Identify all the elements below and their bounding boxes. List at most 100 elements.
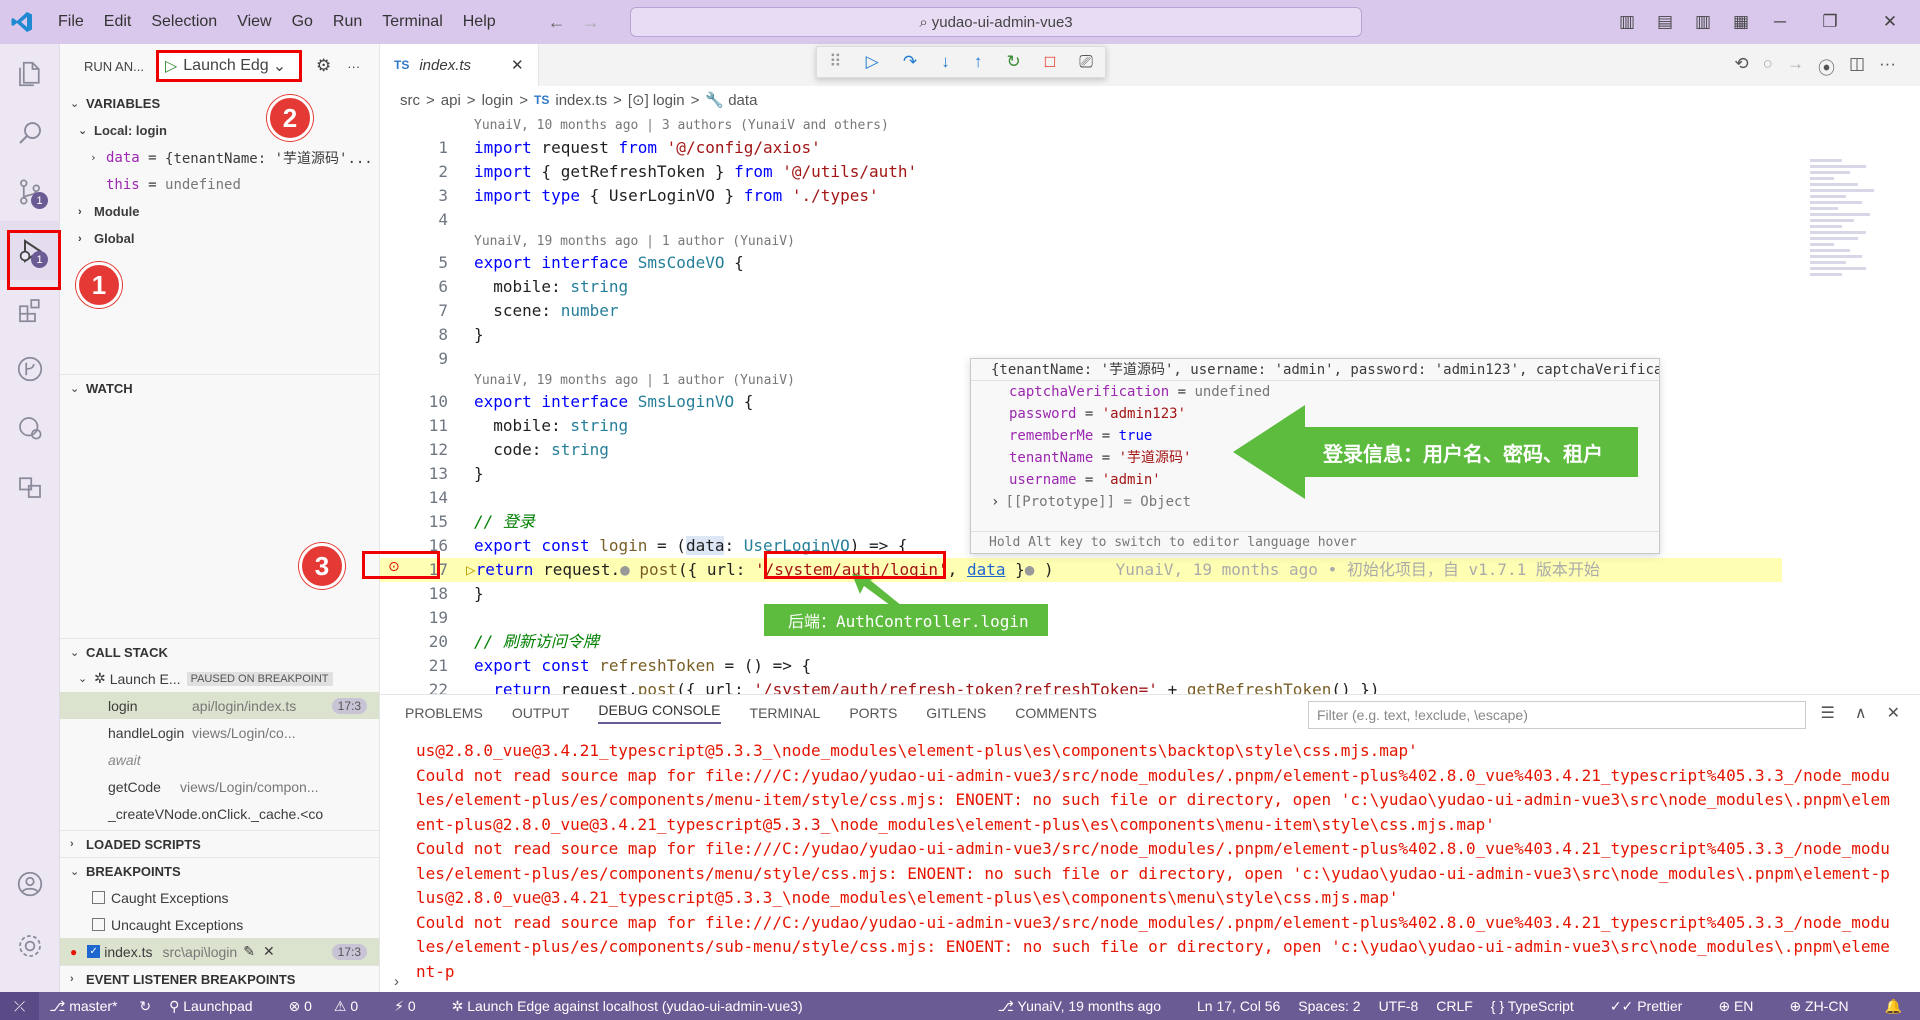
- branch-indicator[interactable]: ⎇ master* ↻: [49, 998, 151, 1015]
- tab-comments[interactable]: COMMENTS: [1015, 705, 1097, 721]
- maximize-panel-icon[interactable]: ∧: [1855, 703, 1867, 723]
- checkbox-checked[interactable]: ✓: [87, 945, 101, 958]
- global-scope[interactable]: › Global: [60, 225, 379, 252]
- breadcrumb-item[interactable]: [⊙] login: [628, 91, 685, 109]
- line-ending[interactable]: CRLF: [1436, 998, 1473, 1014]
- split-editor-icon[interactable]: ◫: [1849, 54, 1865, 79]
- menu-edit[interactable]: Edit: [94, 0, 142, 44]
- notifications-icon[interactable]: 🔔: [1885, 998, 1902, 1015]
- uncaught-exceptions[interactable]: Uncaught Exceptions: [60, 911, 379, 938]
- previous-change-icon[interactable]: ○: [1763, 54, 1773, 79]
- inspect-icon[interactable]: ⎚: [1079, 52, 1093, 72]
- tab-index-ts[interactable]: TS index.ts ✕: [380, 44, 539, 86]
- more-actions-icon[interactable]: ···: [1879, 54, 1896, 79]
- next-change-icon[interactable]: →: [1787, 54, 1804, 79]
- tab-debug-console[interactable]: DEBUG CONSOLE: [598, 702, 721, 724]
- breakpoint-item[interactable]: ● ✓ index.ts src\api\login ✎ ✕ 17:3: [60, 938, 379, 965]
- explorer-activity[interactable]: [0, 44, 60, 103]
- breadcrumb-item[interactable]: 🔧 data: [705, 91, 757, 109]
- remove-icon[interactable]: ✕: [263, 943, 275, 960]
- start-debug-icon[interactable]: ▷: [165, 56, 177, 76]
- remote-explorer-activity[interactable]: [0, 398, 60, 457]
- back-arrow-icon[interactable]: ←: [548, 12, 566, 33]
- breadcrumb-item[interactable]: login: [482, 92, 514, 109]
- command-center[interactable]: ⌕ yudao-ui-admin-vue3: [630, 7, 1362, 37]
- git-graph-activity[interactable]: [0, 339, 60, 398]
- variable-this[interactable]: this = undefined: [60, 171, 379, 198]
- breakpoints-section-header[interactable]: ⌄ BREAKPOINTS: [60, 857, 379, 884]
- minimap[interactable]: [1810, 156, 1890, 316]
- step-into-icon[interactable]: ↓: [941, 52, 950, 72]
- stack-frame[interactable]: handleLogin views/Login/co...: [60, 719, 379, 746]
- stop-icon[interactable]: □: [1045, 52, 1055, 72]
- debug-launch-indicator[interactable]: ✲ Launch Edge against localhost (yudao-u…: [452, 998, 821, 1015]
- step-out-icon[interactable]: ↑: [974, 52, 983, 72]
- blame-indicator[interactable]: ⎇ YunaiV, 19 months ago: [998, 998, 1179, 1015]
- event-listener-section-header[interactable]: › EVENT LISTENER BREAKPOINTS: [60, 965, 379, 992]
- source-control-activity[interactable]: 1: [0, 162, 60, 221]
- console-filter-input[interactable]: Filter (e.g. text, !exclude, \escape): [1308, 701, 1806, 729]
- menu-run[interactable]: Run: [323, 0, 372, 44]
- caught-exceptions[interactable]: Caught Exceptions: [60, 884, 379, 911]
- cursor-position[interactable]: Ln 17, Col 56: [1197, 998, 1280, 1014]
- checkbox[interactable]: [92, 918, 105, 931]
- menu-file[interactable]: File: [48, 0, 94, 44]
- tab-output[interactable]: OUTPUT: [512, 705, 570, 721]
- local-scope[interactable]: ⌄ Local: login: [60, 117, 379, 144]
- codelens-blame[interactable]: YunaiV, 19 months ago | 1 author (YunaiV…: [380, 232, 1820, 251]
- stack-frame[interactable]: getCode views/Login/compon...: [60, 773, 379, 800]
- menu-help[interactable]: Help: [453, 0, 506, 44]
- variables-section-header[interactable]: ⌄ VARIABLES: [60, 90, 379, 117]
- continue-icon[interactable]: ▷: [866, 52, 879, 72]
- prettier-indicator[interactable]: ✓✓ Prettier: [1610, 998, 1700, 1015]
- breadcrumb-item[interactable]: api: [441, 92, 461, 109]
- console-prompt-icon[interactable]: ›: [394, 973, 399, 990]
- remote-icon[interactable]: ⤫: [0, 992, 40, 1020]
- menu-terminal[interactable]: Terminal: [372, 0, 452, 44]
- more-actions-icon[interactable]: ···: [347, 59, 360, 74]
- stack-frame[interactable]: login api/login/index.ts 17:3: [60, 692, 379, 719]
- stack-frame[interactable]: _createVNode.onClick._cache.<co: [60, 800, 379, 827]
- accounts-activity[interactable]: [0, 854, 60, 913]
- manage-activity[interactable]: [0, 916, 60, 975]
- language-mode[interactable]: { } TypeScript: [1491, 998, 1592, 1014]
- breakpoint-marker-icon[interactable]: ⊙: [388, 558, 400, 575]
- minimize-button[interactable]: ─: [1760, 12, 1800, 32]
- breadcrumb-item[interactable]: src: [400, 92, 420, 109]
- close-icon[interactable]: ✕: [511, 56, 524, 74]
- watch-section-header[interactable]: ⌄ WATCH: [60, 374, 379, 401]
- menu-view[interactable]: View: [227, 0, 281, 44]
- close-button[interactable]: ✕: [1860, 12, 1920, 32]
- problems-indicator[interactable]: ⊗ 0 ⚠ 0: [289, 998, 377, 1015]
- close-panel-icon[interactable]: ✕: [1887, 703, 1900, 723]
- checkbox[interactable]: [92, 891, 105, 904]
- customize-layout-icon[interactable]: ▦: [1722, 12, 1760, 32]
- ports-indicator[interactable]: ⚡ 0: [394, 998, 434, 1015]
- call-stack-section-header[interactable]: ⌄ CALL STACK: [60, 638, 379, 665]
- tab-terminal[interactable]: TERMINAL: [750, 705, 821, 721]
- edit-icon[interactable]: ✎: [243, 943, 255, 960]
- launchpad-indicator[interactable]: ⚲ Launchpad: [169, 998, 270, 1015]
- gitlens-icon[interactable]: ⦿: [1818, 54, 1835, 79]
- menu-selection[interactable]: Selection: [141, 0, 227, 44]
- drag-handle-icon[interactable]: ⠿: [829, 52, 841, 72]
- toggle-secondary-sidebar-icon[interactable]: ▥: [1684, 12, 1722, 32]
- loaded-scripts-section-header[interactable]: › LOADED SCRIPTS: [60, 830, 379, 857]
- tab-problems[interactable]: PROBLEMS: [405, 705, 483, 721]
- keyboard-layout[interactable]: ⊕ EN: [1718, 998, 1771, 1015]
- translate-activity[interactable]: [0, 457, 60, 516]
- tab-gitlens[interactable]: GITLENS: [926, 705, 986, 721]
- breadcrumb-item[interactable]: index.ts: [555, 92, 607, 109]
- restart-icon[interactable]: ↻: [1006, 52, 1020, 72]
- tab-ports[interactable]: PORTS: [849, 705, 897, 721]
- encoding[interactable]: UTF-8: [1379, 998, 1419, 1014]
- forward-arrow-icon[interactable]: →: [582, 12, 600, 33]
- call-stack-thread[interactable]: ⌄ ✲ Launch E... PAUSED ON BREAKPOINT: [60, 665, 379, 692]
- indentation[interactable]: Spaces: 2: [1298, 998, 1360, 1014]
- menu-go[interactable]: Go: [282, 0, 323, 44]
- toggle-panel-icon[interactable]: ▤: [1646, 12, 1684, 32]
- codelens-blame[interactable]: YunaiV, 10 months ago | 3 authors (Yunai…: [380, 116, 1820, 136]
- step-over-icon[interactable]: ↷: [903, 52, 917, 72]
- toggle-sidebar-icon[interactable]: ▥: [1608, 12, 1646, 32]
- launch-config-select[interactable]: ▷ Launch Edg ⌄: [155, 50, 302, 82]
